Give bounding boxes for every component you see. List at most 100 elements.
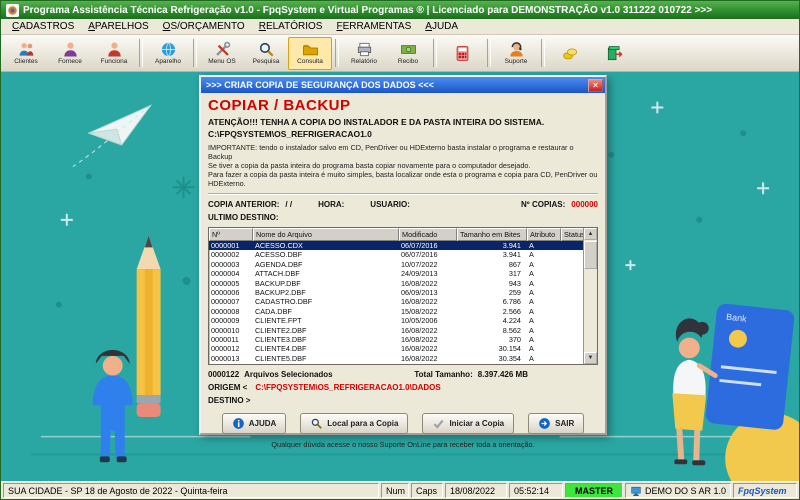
- sair-button[interactable]: SAIR: [528, 413, 585, 434]
- table-cell: [561, 307, 584, 316]
- table-cell: CLIENTE3.DBF: [255, 334, 307, 344]
- important-note-line: IMPORTANTE: tendo o instalador salvo em …: [208, 143, 574, 161]
- column-header-3[interactable]: Tamanho em Bites: [457, 228, 527, 241]
- table-cell: BACKUP2.DBF: [255, 287, 306, 297]
- status-segment-text: FpqSystem: [738, 485, 787, 496]
- toolbar-button-pesquisa[interactable]: Pesquisa: [244, 37, 288, 70]
- table-row[interactable]: 0000008 CADA.DBF 15/08/2022 2.566 A: [209, 307, 584, 316]
- table-cell: 0000013: [211, 353, 240, 363]
- toolbar-button-aparelho[interactable]: Aparelho: [146, 37, 190, 70]
- toolbar-button-label: Fornece: [58, 58, 82, 65]
- status-segment-city: SUA CIDADE - SP 18 de Agosto de 2022 - Q…: [3, 483, 379, 498]
- table-cell: [561, 344, 584, 353]
- toolbar-button-label: Consulta: [297, 58, 323, 65]
- file-table-header: Nº Nome do Arquivo Modificado Tamanho em Bi…: [209, 228, 584, 241]
- copia-anterior-value: / /: [285, 200, 293, 209]
- table-row[interactable]: 0000009 CLIENTE.FPT 10/05/2006 4.224 A: [209, 316, 584, 325]
- iniciar-a-copia-button[interactable]: Iniciar a Copia: [422, 413, 515, 434]
- toolbar-button-recibo[interactable]: Recibo: [386, 37, 430, 70]
- table-cell: [561, 250, 584, 259]
- system-path: C:\FPQSYSTEM\OS_REFRIGERACAO1.0: [208, 129, 372, 139]
- menu-item-3[interactable]: RELATÓRIOS: [252, 21, 330, 32]
- table-cell: 06/07/2016: [401, 250, 438, 260]
- local-para-a-copia-button[interactable]: Local para a Copia: [300, 413, 409, 434]
- table-row[interactable]: 0000007 CADASTRO.DBF 16/08/2022 6.786 A: [209, 297, 584, 306]
- table-row[interactable]: 0000012 CLIENTE4.DBF 16/08/2022 30.154 A: [209, 344, 584, 353]
- column-header-0[interactable]: Nº: [209, 228, 253, 241]
- table-row[interactable]: 0000003 AGENDA.DBF 10/07/2022 867 A: [209, 260, 584, 269]
- scroll-up-icon[interactable]: ▲: [584, 228, 597, 240]
- toolbar-button-clientes[interactable]: Clientes: [4, 37, 48, 70]
- menu-item-0[interactable]: CADASTROS: [5, 21, 81, 32]
- menu-item-2[interactable]: OS/ORÇAMENTO: [156, 21, 252, 32]
- table-row[interactable]: 0000001 ACESSO.CDX 06/07/2016 3.941 A: [209, 241, 584, 251]
- table-cell: 867: [508, 259, 521, 269]
- column-header-5[interactable]: Status: [561, 228, 584, 241]
- table-cell: A: [529, 344, 534, 354]
- toolbar-button-exit-door[interactable]: [592, 37, 636, 70]
- toolbar-button-relat-rio[interactable]: Relatório: [342, 37, 386, 70]
- toolbar-button-label: Menu OS: [208, 58, 236, 65]
- close-icon[interactable]: ✕: [588, 78, 603, 92]
- toolbar-button-label: Aparelho: [154, 58, 182, 65]
- app-titlebar[interactable]: Programa Assistência Técnica Refrigeraçã…: [1, 1, 799, 19]
- selected-count-label: Arquivos Selecionados: [244, 370, 333, 379]
- table-row[interactable]: 0000011 CLIENTE3.DBF 16/08/2022 370 A: [209, 335, 584, 344]
- menu-item-1[interactable]: APARELHOS: [81, 21, 155, 32]
- n-copias-label: Nº COPIAS:: [521, 200, 566, 209]
- table-cell: A: [529, 297, 534, 307]
- table-cell: A: [529, 269, 534, 279]
- column-header-4[interactable]: Atributo: [527, 228, 561, 241]
- status-segment-brand: FpqSystem: [733, 483, 797, 498]
- table-cell: CADA.DBF: [255, 306, 292, 316]
- n-copias-value: 000000: [571, 200, 598, 209]
- table-row[interactable]: 0000002 ACESSO.DBF 06/07/2016 3.941 A: [209, 250, 584, 259]
- monitor-icon: [630, 485, 645, 497]
- table-cell: [561, 326, 584, 335]
- app-window: Programa Assistência Técnica Refrigeraçã…: [0, 0, 800, 500]
- copia-anterior-label: COPIA ANTERIOR:: [208, 200, 280, 209]
- toolbar-button-funciona[interactable]: Funciona: [92, 37, 136, 70]
- toolbar-button-fornece[interactable]: Fornece: [48, 37, 92, 70]
- hora-label: HORA:: [318, 200, 345, 209]
- ajuda-button[interactable]: AJUDA: [221, 413, 287, 434]
- table-row[interactable]: 0000006 BACKUP2.DBF 06/09/2013 259 A: [209, 288, 584, 297]
- table-row[interactable]: 0000005 BACKUP.DBF 16/08/2022 943 A: [209, 279, 584, 288]
- table-cell: [561, 279, 584, 288]
- toolbar-button-menu-os[interactable]: Menu OS: [200, 37, 244, 70]
- column-header-2[interactable]: Modificado: [399, 228, 457, 241]
- table-cell: A: [529, 353, 534, 363]
- toolbar-button-calculator[interactable]: [440, 37, 484, 70]
- status-segment-num: Num: [381, 483, 409, 498]
- table-cell: BACKUP.DBF: [255, 278, 301, 288]
- toolbar-button-coins[interactable]: [548, 37, 592, 70]
- important-note: IMPORTANTE: tendo o instalador salvo em …: [208, 143, 598, 188]
- app-title: Programa Assistência Técnica Refrigeraçã…: [23, 4, 713, 16]
- table-cell: 8.562: [502, 325, 521, 335]
- status-segment-text: Num: [386, 485, 406, 496]
- toolbar-button-suporte[interactable]: Suporte: [494, 37, 538, 70]
- pencil-illustration: [136, 235, 161, 417]
- money-icon: [400, 41, 417, 58]
- file-table: Nº Nome do Arquivo Modificado Tamanho em Bi…: [208, 227, 598, 365]
- dialog-heading: COPIAR / BACKUP: [208, 97, 351, 114]
- scroll-down-icon[interactable]: ▼: [584, 352, 597, 364]
- previous-copy-fields: COPIA ANTERIOR: / / HORA: USUARIO: Nº CO…: [208, 200, 598, 209]
- dialog-titlebar[interactable]: >>> CRIAR COPIA DE SEGURANÇA DOS DADOS <…: [201, 77, 605, 93]
- exit-arrow-icon: [538, 417, 551, 430]
- table-row[interactable]: 0000013 CLIENTE5.DBF 16/08/2022 30.354 A: [209, 354, 584, 363]
- table-row[interactable]: 0000004 ATTACH.DBF 24/09/2013 317 A: [209, 269, 584, 278]
- scrollbar-thumb[interactable]: [584, 241, 597, 269]
- table-cell: [561, 269, 584, 278]
- table-cell: 0000002: [211, 250, 240, 260]
- menu-item-4[interactable]: FERRAMENTAS: [329, 21, 418, 32]
- column-header-1[interactable]: Nome do Arquivo: [253, 228, 399, 241]
- toolbar-separator: [541, 39, 545, 67]
- origem-row: ORIGEM < C:\FPQSYSTEM\OS_REFRIGERACAO1.0…: [208, 383, 598, 392]
- table-cell: A: [529, 278, 534, 288]
- toolbar-button-consulta[interactable]: Consulta: [288, 36, 332, 70]
- table-row[interactable]: 0000010 CLIENTE2.DBF 16/08/2022 8.562 A: [209, 326, 584, 335]
- menu-item-5[interactable]: AJUDA: [418, 21, 465, 32]
- table-scrollbar[interactable]: ▲ ▼: [583, 228, 597, 364]
- table-cell: 0000011: [211, 334, 239, 344]
